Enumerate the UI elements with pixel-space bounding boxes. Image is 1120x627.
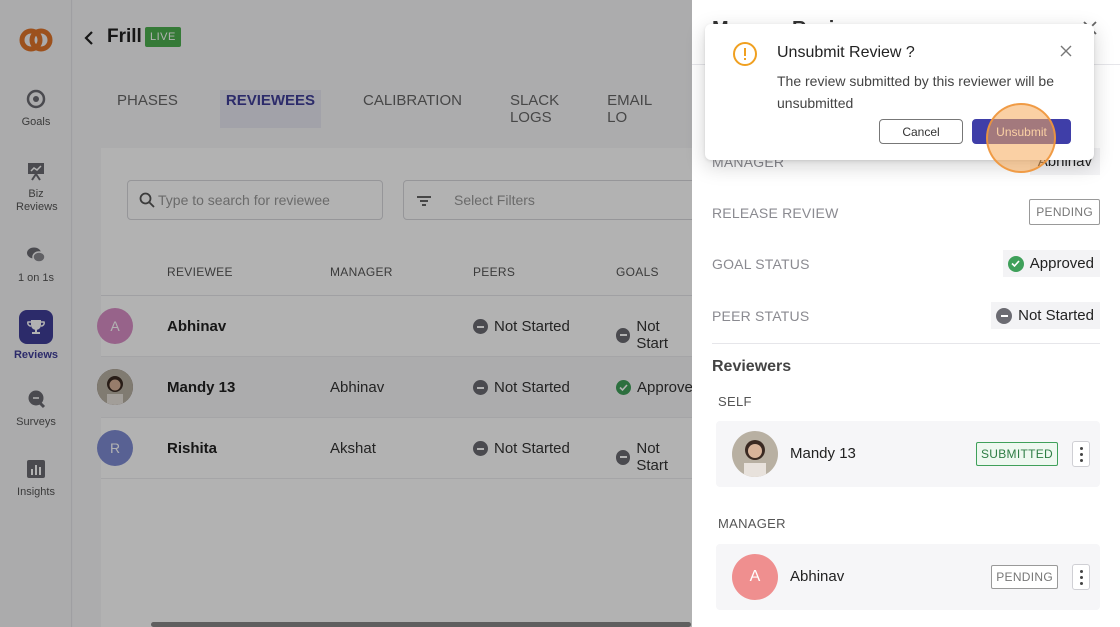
field-label: RELEASE REVIEW [712,205,839,221]
more-options-icon[interactable] [1072,564,1090,590]
check-circle-icon [1007,255,1024,272]
field-label: GOAL STATUS [712,256,810,272]
goal-status-field: GOAL STATUS Approved [712,250,1100,280]
release-review-badge: PENDING [1029,199,1100,225]
peer-status-field: PEER STATUS Not Started [712,302,1100,332]
self-reviewer-card: Mandy 13 SUBMITTED [716,421,1100,487]
warning-icon [733,42,757,66]
modal-backdrop[interactable] [0,0,692,627]
close-icon[interactable] [1060,45,1072,57]
not-started-icon [996,307,1013,324]
release-review-field: RELEASE REVIEW PENDING [712,199,1100,229]
manager-reviewer-card: A Abhinav PENDING [716,544,1100,610]
pending-badge: PENDING [991,565,1058,589]
cancel-button[interactable]: Cancel [879,119,963,144]
section-divider [712,343,1100,344]
dialog-message: The review submitted by this reviewer wi… [777,73,1054,111]
manager-label: MANAGER [718,516,786,531]
field-label: PEER STATUS [712,308,810,324]
reviewer-name: Abhinav [790,568,845,585]
reviewers-heading: Reviewers [712,358,792,375]
peer-status-value: Not Started [991,302,1100,329]
reviewer-name: Mandy 13 [790,445,856,462]
self-label: SELF [718,394,752,409]
more-options-icon[interactable] [1072,441,1090,467]
avatar [732,431,778,477]
dialog-title: Unsubmit Review ? [777,44,915,61]
user-photo-icon [732,431,778,477]
unsubmit-confirm-dialog: Unsubmit Review ? The review submitted b… [705,24,1094,160]
unsubmit-button[interactable]: Unsubmit [972,119,1071,144]
avatar: A [732,554,778,600]
goal-status-value: Approved [1002,250,1100,277]
submitted-badge: SUBMITTED [975,442,1058,466]
